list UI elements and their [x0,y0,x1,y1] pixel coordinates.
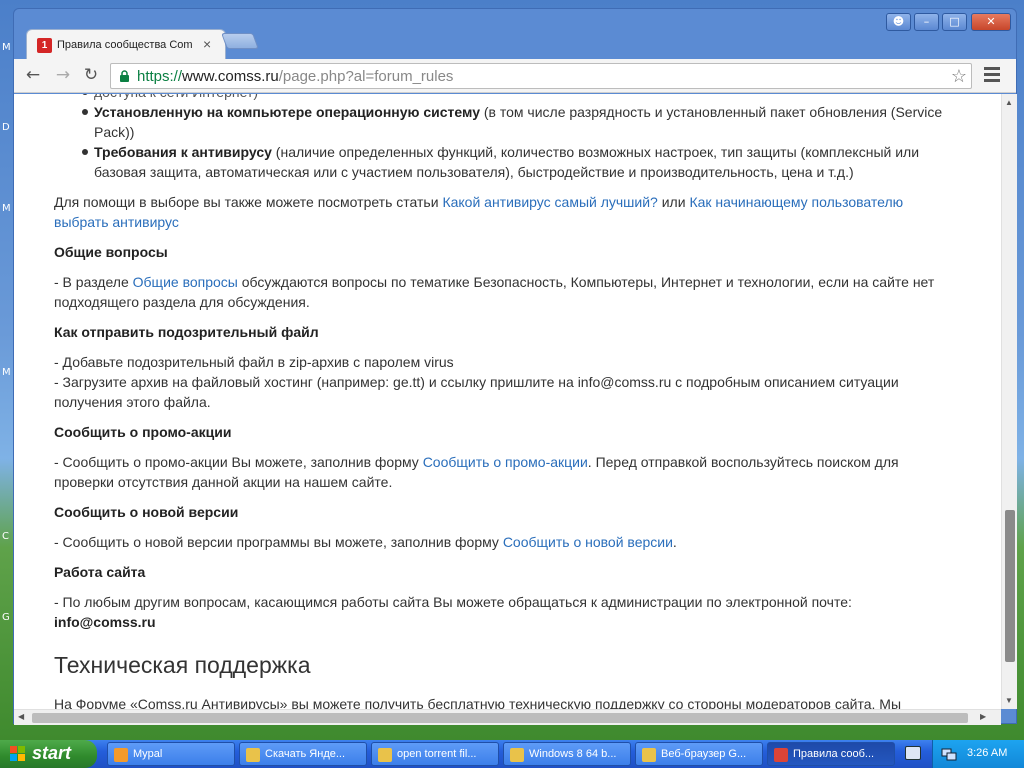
tab-title: Правила сообщества Comss [57,39,192,51]
taskbar: start Mypal Скачать Янде... open torrent f… [0,740,1024,768]
scroll-right-arrow-icon[interactable]: ▶ [980,712,986,721]
taskbar-item[interactable]: Mypal [107,742,235,766]
start-label: start [32,743,72,763]
taskbar-item-label: Веб-браузер G... [661,748,747,760]
section-title: Сообщить о новой версии [54,504,239,520]
taskbar-item[interactable]: Windows 8 64 b... [503,742,631,766]
lock-icon [120,70,129,82]
new-version-form-link[interactable]: Сообщить о новой версии [503,534,673,550]
site-paragraph: - По любым другим вопросам, касающимся р… [54,594,852,630]
app-icon [378,748,392,762]
taskbar-item[interactable]: Веб-браузер G... [635,742,763,766]
app-icon [246,748,260,762]
menu-hamburger-icon[interactable] [984,67,1000,85]
windows-logo-icon [10,746,25,761]
suspicious-paragraph: - Добавьте подозрительный файл в zip-арх… [54,354,899,410]
clock: 3:26 AM [967,747,1008,759]
title-bar: ☻ – □ ✕ 1 Правила сообщества Comss × [14,9,1016,59]
desktop-icon-label: G [2,612,10,623]
taskbar-item[interactable]: open torrent fil... [371,742,499,766]
profile-button[interactable]: ☻ [886,13,911,31]
vertical-scrollbar[interactable]: ▲ ▼ [1001,94,1017,709]
section-title: Как отправить подозрительный файл [54,324,319,340]
browser-window: ☻ – □ ✕ 1 Правила сообщества Comss × ← →… [13,8,1017,725]
comss-favicon-icon: 1 [37,38,52,53]
general-questions-link[interactable]: Общие вопросы [133,274,238,290]
reload-icon[interactable]: ↻ [78,63,104,87]
version-paragraph: - Сообщить о новой версии программы вы м… [54,534,677,550]
best-antivirus-link[interactable]: Какой антивирус самый лучший? [442,194,657,210]
maximize-button[interactable]: □ [942,13,967,31]
app-icon [114,748,128,762]
desktop-icon-label: M [2,367,11,378]
new-tab-button[interactable] [221,33,259,49]
promo-form-link[interactable]: Сообщить о промо-акции [423,454,588,470]
taskbar-item-label: open torrent fil... [397,748,477,760]
close-window-button[interactable]: ✕ [971,13,1011,31]
section-title: Общие вопросы [54,244,168,260]
forward-arrow-icon[interactable]: → [50,63,76,87]
promo-paragraph: - Сообщить о промо-акции Вы можете, запо… [54,454,899,490]
support-paragraph: На Форуме «Comss.ru Антивирусы» вы может… [54,696,902,709]
back-arrow-icon[interactable]: ← [20,63,46,87]
taskbar-item-label: Правила сооб... [793,748,875,760]
tab-active[interactable]: 1 Правила сообщества Comss × [26,29,226,59]
system-tray: 3:26 AM [932,740,1024,768]
scroll-down-arrow-icon[interactable]: ▼ [1005,696,1013,705]
list-item: Требования к антивирусу (наличие определ… [54,142,944,182]
horizontal-scroll-thumb[interactable] [32,713,968,723]
app-icon [510,748,524,762]
network-icon[interactable] [941,746,957,762]
general-paragraph: - В разделе Общие вопросы обсуждаются во… [54,274,935,310]
app-icon [774,748,788,762]
taskbar-item-label: Скачать Янде... [265,748,346,760]
desktop-icon-label: M [2,42,11,53]
taskbar-item[interactable]: Скачать Янде... [239,742,367,766]
help-paragraph: Для помощи в выборе вы также можете посм… [54,194,904,230]
start-button[interactable]: start [0,740,97,768]
taskbar-item-label: Windows 8 64 b... [529,748,617,760]
horizontal-scrollbar[interactable]: ◀ ▶ [14,709,1001,725]
section-title: Сообщить о промо-акции [54,424,232,440]
taskbar-item[interactable]: Правила сооб... [767,742,895,766]
admin-email: info@comss.ru [54,614,156,630]
app-icon [642,748,656,762]
vertical-scroll-thumb[interactable] [1005,510,1015,662]
scroll-up-arrow-icon[interactable]: ▲ [1005,98,1013,107]
browser-toolbar: ← → ↻ https://www.comss.ru/page.php?al=f… [14,59,1016,93]
desktop-icon-label: D [2,122,10,133]
bookmark-star-icon[interactable]: ☆ [951,66,967,87]
list-item: Установленную на компьютере операционную… [54,102,944,142]
keyboard-language-icon[interactable] [905,746,921,760]
desktop-icon-label: C [2,531,9,542]
page-content: доступа к сети Интернет) Установленную н… [54,94,944,709]
support-heading: Техническая поддержка [54,652,311,678]
minimize-button[interactable]: – [914,13,939,31]
desktop-icon-label: M [2,203,11,214]
tab-close-icon[interactable]: × [203,36,211,52]
taskbar-item-label: Mypal [133,748,163,760]
requirements-list: доступа к сети Интернет) Установленную н… [54,94,944,182]
address-bar[interactable]: https://www.comss.ru/page.php?al=forum_r… [110,63,972,89]
scroll-left-arrow-icon[interactable]: ◀ [18,712,24,721]
page-viewport: доступа к сети Интернет) Установленную н… [14,94,1001,709]
url-text: https://www.comss.ru/page.php?al=forum_r… [137,68,454,85]
section-title: Работа сайта [54,564,146,580]
list-item: доступа к сети Интернет) [54,94,944,102]
